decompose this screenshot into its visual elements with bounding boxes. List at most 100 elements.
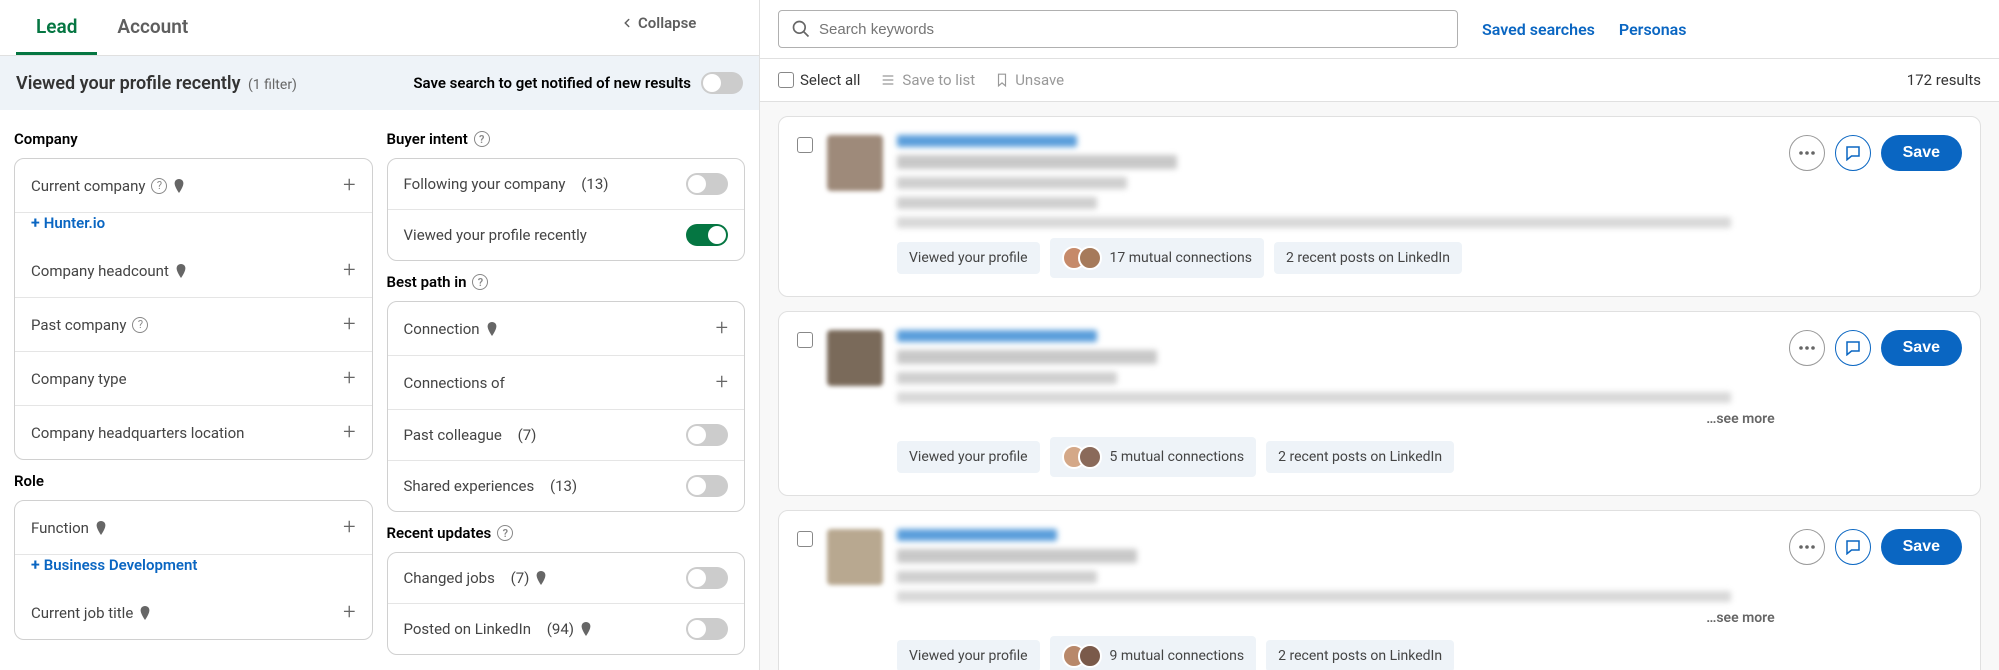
more-button[interactable] — [1789, 529, 1825, 565]
add-icon[interactable]: + — [343, 312, 355, 337]
result-location — [897, 197, 1097, 209]
result-company — [897, 177, 1127, 189]
toggle-changed-jobs[interactable] — [686, 567, 728, 589]
help-icon[interactable]: ? — [474, 131, 490, 147]
badge-mutual[interactable]: 9 mutual connections — [1050, 636, 1257, 670]
help-icon[interactable]: ? — [497, 525, 513, 541]
add-icon[interactable]: + — [343, 258, 355, 283]
save-to-list[interactable]: Save to list — [880, 71, 975, 89]
search-icon — [791, 19, 811, 39]
filter-company-headcount[interactable]: Company headcount + — [15, 244, 372, 298]
tab-account[interactable]: Account — [97, 0, 208, 55]
filter-connection[interactable]: Connection + — [388, 302, 745, 356]
filter-function[interactable]: Function + — [15, 501, 372, 555]
select-all[interactable]: Select all — [778, 71, 860, 89]
help-icon[interactable]: ? — [472, 274, 488, 290]
filter-viewed-profile[interactable]: Viewed your profile recently — [388, 210, 745, 260]
toggle-posted[interactable] — [686, 618, 728, 640]
avatar[interactable] — [827, 529, 883, 585]
filter-posted-linkedin[interactable]: Posted on LinkedIn (94) — [388, 604, 745, 654]
pin-icon — [139, 606, 151, 620]
filter-following-company[interactable]: Following your company (13) — [388, 159, 745, 210]
avatar[interactable] — [827, 330, 883, 386]
filter-changed-jobs[interactable]: Changed jobs (7) — [388, 553, 745, 604]
save-button[interactable]: Save — [1881, 330, 1962, 366]
result-name[interactable] — [897, 135, 1077, 147]
saved-searches-link[interactable]: Saved searches — [1482, 20, 1595, 39]
section-role: Role — [14, 472, 373, 490]
badge-posts[interactable]: 2 recent posts on LinkedIn — [1274, 242, 1462, 274]
personas-link[interactable]: Personas — [1619, 20, 1687, 39]
save-button[interactable]: Save — [1881, 529, 1962, 565]
result-about — [897, 591, 1731, 602]
list-icon — [880, 72, 896, 88]
message-button[interactable] — [1835, 529, 1871, 565]
filter-past-company[interactable]: Past company? + — [15, 298, 372, 352]
add-icon[interactable]: + — [343, 366, 355, 391]
badge-mutual[interactable]: 5 mutual connections — [1050, 437, 1257, 477]
pin-icon — [580, 622, 592, 636]
row-checkbox[interactable] — [797, 332, 813, 348]
toggle-past-colleague[interactable] — [686, 424, 728, 446]
badge-mutual[interactable]: 17 mutual connections — [1050, 238, 1264, 278]
result-title — [897, 549, 1137, 563]
result-name[interactable] — [897, 330, 1097, 342]
message-button[interactable] — [1835, 135, 1871, 171]
badge-viewed-profile[interactable]: Viewed your profile — [897, 242, 1040, 274]
badge-posts[interactable]: 2 recent posts on LinkedIn — [1266, 441, 1454, 473]
add-icon[interactable]: + — [343, 420, 355, 445]
more-button[interactable] — [1789, 135, 1825, 171]
see-more[interactable]: …see more — [897, 411, 1775, 427]
save-button[interactable]: Save — [1881, 135, 1962, 171]
message-icon — [1844, 340, 1862, 356]
pin-icon — [173, 179, 185, 193]
search-input[interactable] — [819, 21, 1445, 38]
filter-company-hq[interactable]: Company headquarters location + — [15, 406, 372, 459]
mini-avatar — [1078, 644, 1102, 668]
chip-hunter[interactable]: +Hunter.io — [31, 213, 105, 232]
filter-past-colleague[interactable]: Past colleague (7) — [388, 410, 745, 461]
select-all-checkbox[interactable] — [778, 72, 794, 88]
mini-avatar — [1078, 246, 1102, 270]
pin-icon — [535, 571, 547, 585]
results-count: 172 results — [1907, 71, 1981, 89]
filter-current-company[interactable]: Current company ? + — [15, 159, 372, 213]
pin-icon — [95, 521, 107, 535]
badge-posts[interactable]: 2 recent posts on LinkedIn — [1266, 640, 1454, 670]
badge-viewed-profile[interactable]: Viewed your profile — [897, 441, 1040, 473]
tab-lead[interactable]: Lead — [16, 0, 97, 55]
help-icon[interactable]: ? — [151, 178, 167, 194]
filter-connections-of[interactable]: Connections of + — [388, 356, 745, 410]
more-button[interactable] — [1789, 330, 1825, 366]
filter-shared-exp[interactable]: Shared experiences (13) — [388, 461, 745, 511]
add-icon[interactable]: + — [343, 515, 355, 540]
titlebar: Viewed your profile recently (1 filter) … — [0, 56, 759, 110]
toggle-following[interactable] — [686, 173, 728, 195]
chip-bizdev[interactable]: +Business Development — [31, 555, 197, 574]
message-icon — [1844, 539, 1862, 555]
avatar[interactable] — [827, 135, 883, 191]
result-about — [897, 392, 1731, 403]
add-icon[interactable]: + — [716, 370, 728, 395]
toggle-viewed-profile[interactable] — [686, 224, 728, 246]
add-icon[interactable]: + — [716, 316, 728, 341]
filter-company-type[interactable]: Company type + — [15, 352, 372, 406]
unsave[interactable]: Unsave — [995, 71, 1064, 89]
row-checkbox[interactable] — [797, 137, 813, 153]
chevron-left-icon — [620, 16, 634, 30]
save-search-toggle[interactable] — [701, 72, 743, 94]
message-button[interactable] — [1835, 330, 1871, 366]
filter-job-title[interactable]: Current job title + — [15, 586, 372, 639]
badge-viewed-profile[interactable]: Viewed your profile — [897, 640, 1040, 670]
help-icon[interactable]: ? — [132, 317, 148, 333]
row-checkbox[interactable] — [797, 531, 813, 547]
dots-icon — [1799, 346, 1815, 350]
collapse-button[interactable]: Collapse — [620, 14, 696, 32]
result-company — [897, 372, 1117, 384]
toggle-shared-exp[interactable] — [686, 475, 728, 497]
see-more[interactable]: …see more — [897, 610, 1775, 626]
result-name[interactable] — [897, 529, 1057, 541]
add-icon[interactable]: + — [343, 173, 355, 198]
add-icon[interactable]: + — [343, 600, 355, 625]
search-box[interactable] — [778, 10, 1458, 48]
